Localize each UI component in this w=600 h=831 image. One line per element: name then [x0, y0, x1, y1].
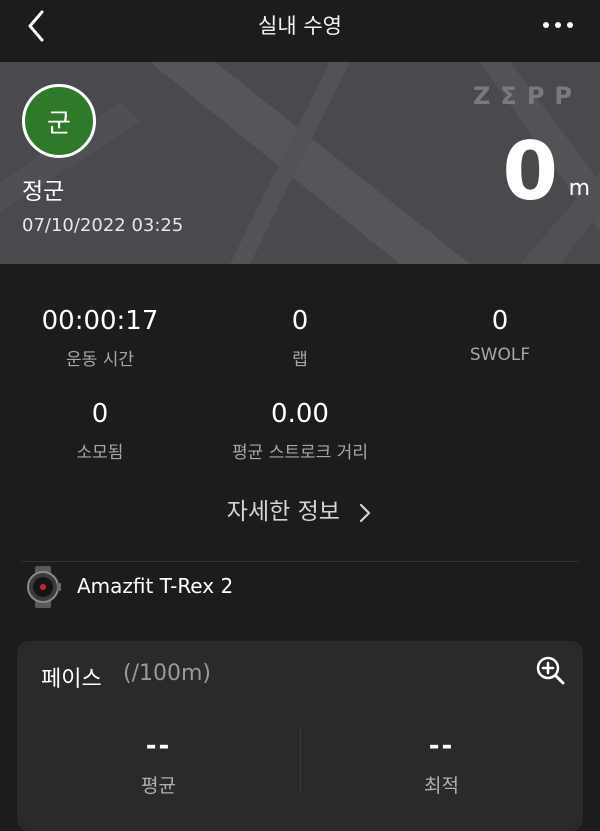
stat-value: 0: [491, 306, 509, 336]
user-name: 정군: [22, 179, 65, 205]
stat-label: 평균 스트로크 거리: [232, 443, 368, 464]
stat-value: 0: [291, 306, 309, 336]
pace-unit: (/100m): [123, 661, 211, 686]
zoom-in-icon: [536, 656, 565, 685]
stat-label: 랩: [292, 350, 308, 371]
stat-value: 0: [91, 399, 109, 429]
pace-average-label: 평균: [141, 775, 176, 797]
chevron-right-icon: [360, 503, 371, 522]
stat-laps: 0 랩: [200, 306, 400, 370]
device-row[interactable]: Amazfit T-Rex 2: [22, 566, 578, 608]
stat-calories: 0 소모됨: [0, 399, 200, 463]
stat-value: 0.00: [271, 399, 329, 429]
page-title: 실내 수영: [258, 14, 342, 38]
divider: [22, 561, 578, 562]
stat-swolf: 0 SWOLF: [400, 306, 600, 365]
app-bar: 실내 수영: [0, 0, 600, 52]
details-link[interactable]: 자세한 정보: [0, 492, 600, 526]
brand-logo: ZΣPP: [473, 82, 582, 110]
stat-label: 소모됨: [76, 443, 124, 464]
more-button[interactable]: [538, 10, 578, 40]
stat-duration: 00:00:17 운동 시간: [0, 306, 200, 370]
distance-unit: m: [568, 176, 590, 201]
zoom-button[interactable]: [533, 653, 569, 689]
workout-header: ZΣPP 군 정군 07/10/2022 03:25 0 m: [0, 62, 600, 264]
pace-best-value: --: [428, 731, 455, 761]
distance-value: 0: [502, 125, 558, 218]
pace-title: 페이스: [41, 667, 102, 692]
more-horizontal-icon: [543, 22, 573, 28]
device-name: Amazfit T-Rex 2: [77, 574, 234, 598]
pace-card: 페이스 (/100m) -- 평균 -- 최적: [17, 641, 583, 831]
stat-label: 운동 시간: [66, 350, 134, 371]
pace-best-label: 최적: [424, 775, 459, 797]
stat-value: 00:00:17: [41, 306, 159, 336]
avatar[interactable]: 군: [22, 84, 96, 158]
smartwatch-icon: [27, 566, 61, 608]
details-link-label: 자세한 정보: [226, 499, 340, 525]
workout-date: 07/10/2022 03:25: [22, 215, 184, 236]
stat-avg-stroke-distance: 0.00 평균 스트로크 거리: [200, 399, 400, 463]
pace-best: -- 최적: [300, 731, 583, 798]
stat-label: SWOLF: [469, 345, 531, 366]
pace-average: -- 평균: [17, 731, 300, 798]
pace-average-value: --: [145, 731, 172, 761]
